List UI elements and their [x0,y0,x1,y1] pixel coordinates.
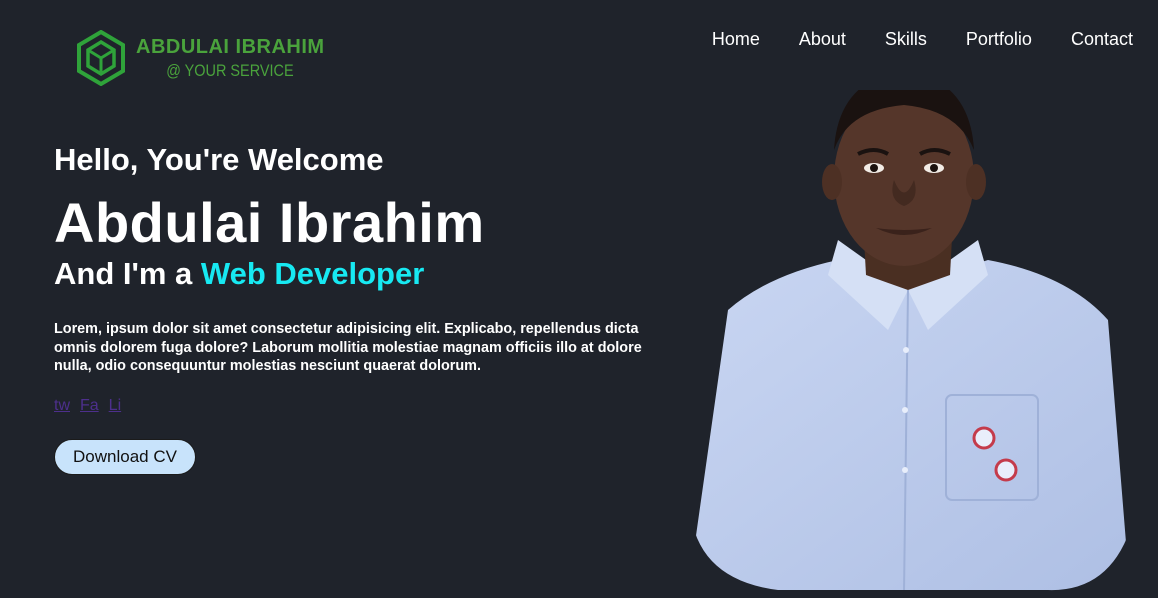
site-logo[interactable]: ABDULAI IBRAHIM @ YOUR SERVICE [76,30,325,86]
nav-about[interactable]: About [799,29,846,50]
twitter-link[interactable]: tw [54,397,70,415]
hero-name: Abdulai Ibrahim [54,191,485,254]
hero-description: Lorem, ipsum dolor sit amet consectetur … [54,321,642,374]
social-links: tw Fa Li [54,397,121,415]
role-title: Web Developer [200,256,425,291]
logo-name: ABDULAI IBRAHIM [136,36,325,58]
hexagon-logo-icon [77,30,125,86]
portrait-image [688,90,1130,591]
nav-skills[interactable]: Skills [885,29,927,50]
linkedin-link[interactable]: Li [109,397,121,415]
nav-portfolio[interactable]: Portfolio [966,29,1032,50]
nav-contact[interactable]: Contact [1071,29,1133,50]
role-prefix: And I'm a [54,256,201,291]
hero-greeting: Hello, You're Welcome [54,142,384,177]
download-cv-button[interactable]: Download CV [54,439,196,475]
facebook-link[interactable]: Fa [80,397,99,415]
nav-home[interactable]: Home [712,29,760,50]
hero-role: And I'm a Web Developer [54,256,424,292]
main-nav: Home About Skills Portfolio Contact [712,29,1133,50]
logo-tagline: @ YOUR SERVICE [166,61,294,80]
